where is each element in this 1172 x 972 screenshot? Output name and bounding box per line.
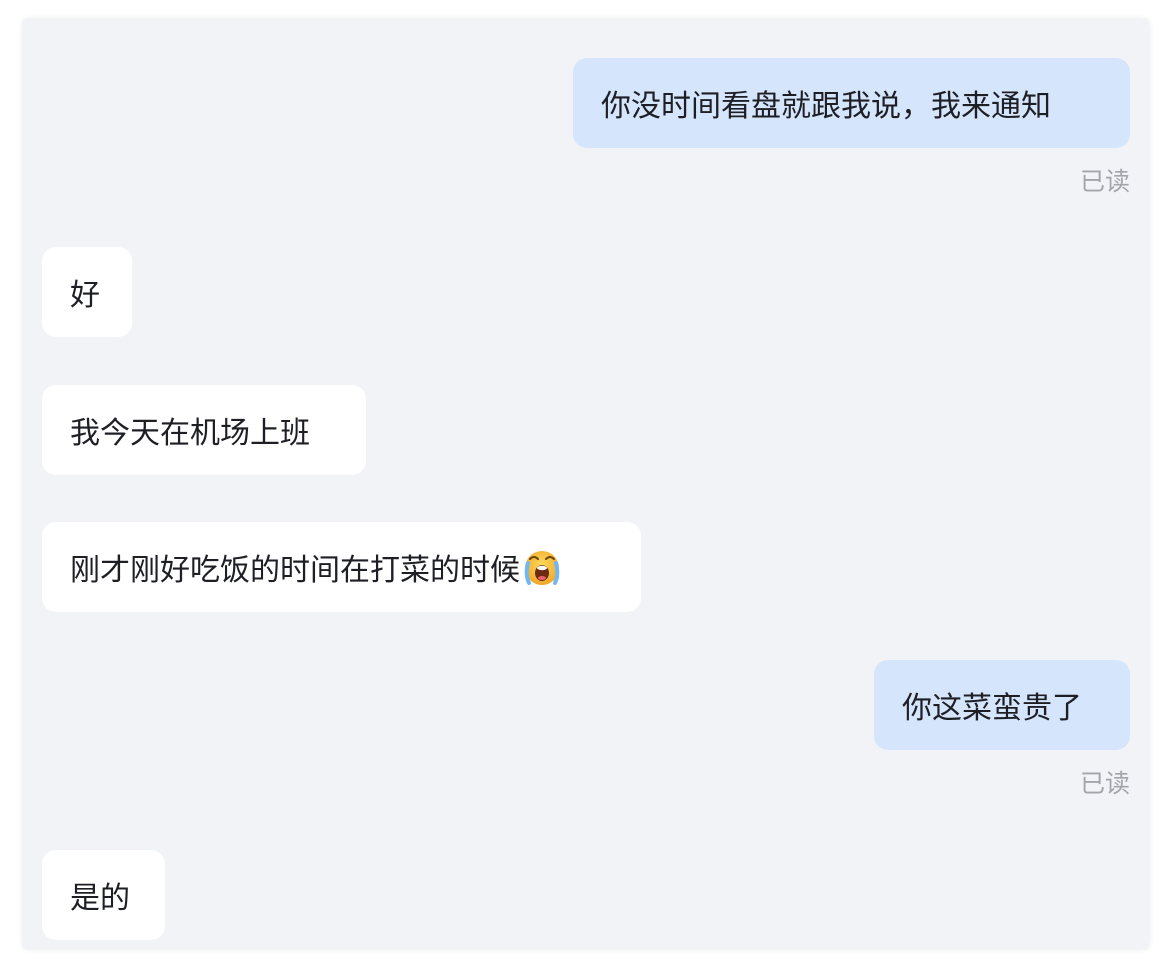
message-text: 你这菜蛮贵了 bbox=[902, 691, 1082, 726]
message-row-incoming: 好 bbox=[42, 247, 1130, 337]
message-row-outgoing: 你这菜蛮贵了 已读 bbox=[42, 660, 1130, 800]
message-row-incoming: 我今天在机场上班 bbox=[42, 385, 1130, 475]
chat-panel: 你没时间看盘就跟我说，我来通知 已读 好 我今天在机场上班 刚才刚好吃饭的时间在… bbox=[22, 18, 1150, 950]
incoming-message-bubble[interactable]: 我今天在机场上班 bbox=[42, 385, 366, 475]
message-text: 是的 bbox=[70, 881, 130, 916]
message-row-outgoing: 你没时间看盘就跟我说，我来通知 已读 bbox=[42, 58, 1130, 198]
incoming-message-bubble[interactable]: 刚才刚好吃饭的时间在打菜的时候 bbox=[42, 522, 641, 612]
message-row-incoming: 是的 bbox=[42, 850, 1130, 940]
outgoing-message-bubble[interactable]: 你没时间看盘就跟我说，我来通知 bbox=[573, 58, 1130, 148]
incoming-message-bubble[interactable]: 是的 bbox=[42, 850, 165, 940]
message-text: 刚才刚好吃饭的时间在打菜的时候 bbox=[70, 553, 520, 588]
read-status: 已读 bbox=[1079, 769, 1130, 798]
message-row-incoming: 刚才刚好吃饭的时间在打菜的时候 bbox=[42, 522, 1130, 612]
message-text: 你没时间看盘就跟我说，我来通知 bbox=[601, 89, 1051, 124]
incoming-message-bubble[interactable]: 好 bbox=[42, 247, 132, 337]
read-status: 已读 bbox=[1079, 167, 1130, 196]
loudly-crying-face-icon bbox=[524, 551, 560, 585]
message-text: 好 bbox=[70, 278, 100, 313]
message-list[interactable]: 你没时间看盘就跟我说，我来通知 已读 好 我今天在机场上班 刚才刚好吃饭的时间在… bbox=[22, 18, 1150, 950]
outgoing-message-bubble[interactable]: 你这菜蛮贵了 bbox=[874, 660, 1130, 750]
message-text: 我今天在机场上班 bbox=[70, 416, 310, 451]
